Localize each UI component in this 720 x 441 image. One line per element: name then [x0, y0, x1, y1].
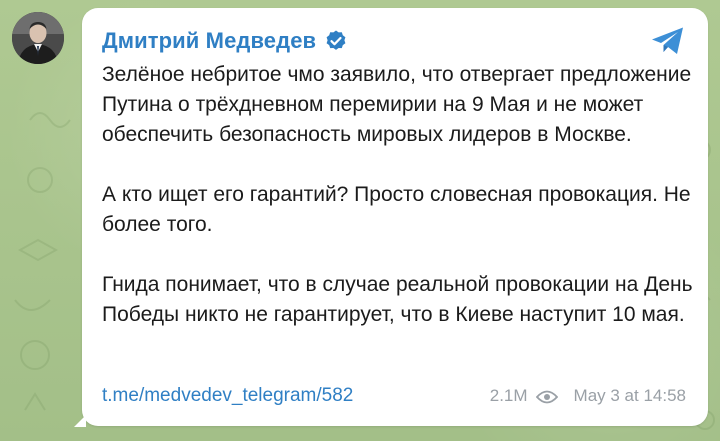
- message-text: Зелёное небритое чмо заявило, что отверг…: [102, 60, 694, 330]
- message-meta: 2.1M May 3 at 14:58: [490, 386, 686, 406]
- sender-header: Дмитрий Медведев: [102, 26, 348, 56]
- telegram-share-icon[interactable]: [650, 26, 686, 56]
- verified-badge-icon: [324, 29, 348, 53]
- eye-icon: [535, 389, 558, 404]
- message-paragraph: А кто ищет его гарантий? Просто словесна…: [102, 183, 691, 236]
- message-bubble: Дмитрий Медведев Зелёное небритое чмо за…: [82, 8, 708, 426]
- message-paragraph: Гнида понимает, что в случае реальной пр…: [102, 273, 693, 326]
- views-count: 2.1M: [489, 386, 528, 405]
- message-paragraph: Зелёное небритое чмо заявило, что отверг…: [102, 63, 692, 146]
- channel-avatar[interactable]: [12, 12, 64, 64]
- avatar-portrait: [12, 12, 64, 64]
- bubble-tail: [74, 415, 86, 427]
- message-footer: t.me/medvedev_telegram/582 2.1M May 3 at…: [102, 382, 686, 410]
- timestamp: May 3 at 14:58: [573, 386, 686, 405]
- post-link[interactable]: t.me/medvedev_telegram/582: [102, 385, 353, 407]
- sender-name[interactable]: Дмитрий Медведев: [102, 28, 316, 54]
